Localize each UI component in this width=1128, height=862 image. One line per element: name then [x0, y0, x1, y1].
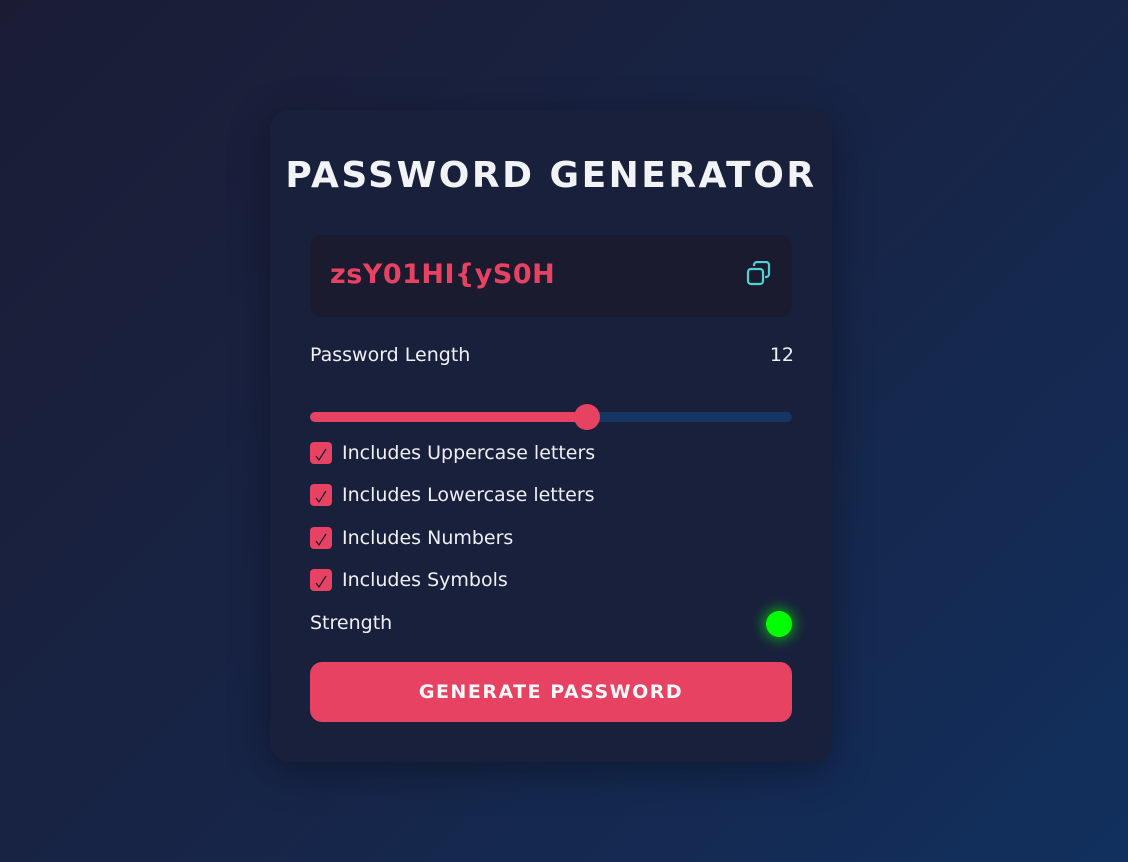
- app-title: PASSWORD GENERATOR: [285, 155, 817, 196]
- check-icon: [315, 575, 327, 589]
- length-slider-fill: [310, 412, 588, 422]
- strength-label: Strength: [310, 612, 393, 634]
- strength-indicator: [766, 611, 792, 637]
- password-display: zsY01HI{yS0H: [310, 235, 792, 317]
- password-generator-card: PASSWORD GENERATOR zsY01HI{yS0H Password…: [270, 110, 832, 762]
- uppercase-checkbox[interactable]: [310, 442, 332, 464]
- numbers-checkbox[interactable]: [310, 527, 332, 549]
- option-lowercase[interactable]: Includes Lowercase letters: [310, 482, 595, 508]
- option-symbols[interactable]: Includes Symbols: [310, 567, 508, 593]
- password-length-value: 12: [769, 344, 794, 366]
- symbols-label: Includes Symbols: [342, 569, 508, 591]
- generate-password-button[interactable]: GENERATE PASSWORD: [310, 662, 792, 722]
- option-numbers[interactable]: Includes Numbers: [310, 525, 513, 551]
- uppercase-label: Includes Uppercase letters: [342, 442, 596, 464]
- numbers-label: Includes Numbers: [342, 527, 514, 549]
- password-length-label: Password Length: [310, 344, 471, 366]
- check-icon: [315, 490, 327, 504]
- password-text: zsY01HI{yS0H: [330, 259, 556, 290]
- length-slider[interactable]: [310, 404, 792, 430]
- check-icon: [315, 448, 327, 462]
- lowercase-checkbox[interactable]: [310, 484, 332, 506]
- check-icon: [315, 533, 327, 547]
- copy-icon[interactable]: [746, 260, 772, 287]
- symbols-checkbox[interactable]: [310, 569, 332, 591]
- length-slider-thumb[interactable]: [574, 404, 601, 430]
- lowercase-label: Includes Lowercase letters: [342, 484, 595, 506]
- option-uppercase[interactable]: Includes Uppercase letters: [310, 440, 595, 466]
